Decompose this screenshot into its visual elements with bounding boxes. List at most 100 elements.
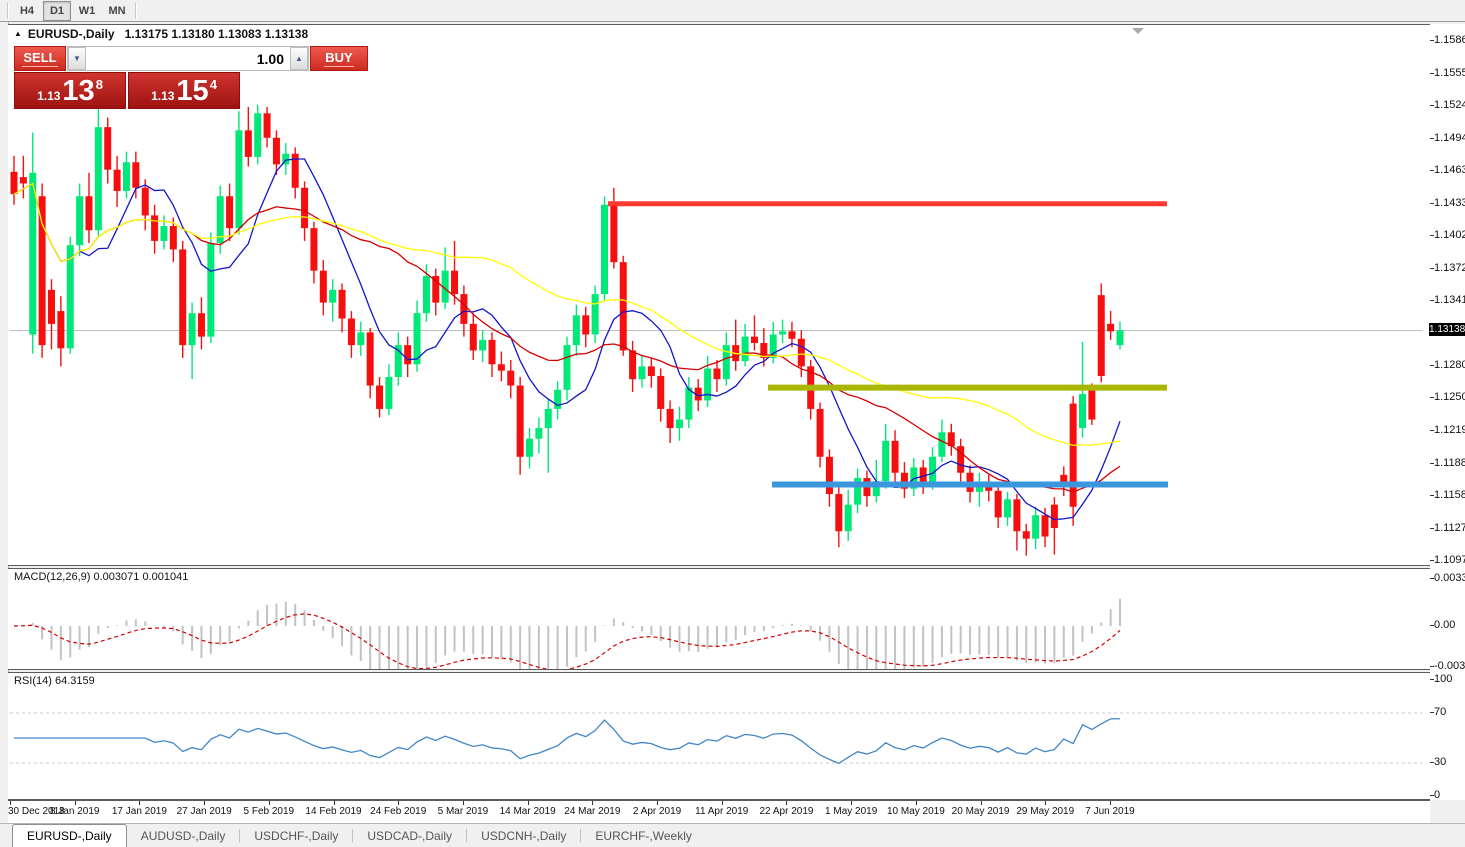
price-axis-label: 1.12195 [1434,424,1465,436]
date-axis-label: 27 Jan 2019 [177,806,232,817]
price-axis-label: 1.15860 [1434,34,1465,46]
date-axis-label: 1 May 2019 [825,806,877,817]
price-axis-label: 1.14635 [1434,164,1465,176]
chart-tab-eurchf-weekly[interactable]: EURCHF-,Weekly [581,824,705,847]
chart-tab-bar: EURUSD-,DailyAUDUSD-,DailyUSDCHF-,DailyU… [0,823,1465,847]
timeframe-toolbar: H4D1W1MN [0,0,1465,22]
date-tick-mark [916,801,917,805]
date-tick-mark [10,801,11,805]
chart-tab-audusd-daily[interactable]: AUDUSD-,Daily [127,824,240,847]
macd-axis-label: -0.003664 [1434,660,1465,672]
buy-price-big: 15 [176,77,208,106]
date-axis-label: 17 Jan 2019 [112,806,167,817]
timeframe-button-w1[interactable]: W1 [73,1,101,21]
toolbar-separator [135,3,137,19]
chart-tab-usdcad-daily[interactable]: USDCAD-,Daily [353,824,466,847]
macd-label: MACD(12,26,9) 0.003071 0.001041 [12,571,190,583]
macd-axis-label: 0.00 [1434,619,1455,631]
current-price-tag: 1.13138 [1429,323,1465,336]
symbol-period-label: EURUSD-,Daily [28,27,115,41]
sell-quote[interactable]: 1.13 13 8 [14,72,126,109]
date-axis-label: 24 Mar 2019 [564,806,620,817]
price-axis-label: 1.11580 [1434,489,1465,501]
price-axis-label: 1.12500 [1434,391,1465,403]
volume-spinner: ▼ ▲ [67,46,309,71]
date-tick-mark [139,801,140,805]
price-axis-label: 1.15550 [1434,67,1465,79]
date-tick-mark [1110,801,1111,805]
macd-canvas [8,569,1428,669]
sell-price-prefix: 1.13 [37,89,60,103]
timeframe-button-mn[interactable]: MN [103,1,131,21]
volume-up-icon[interactable]: ▲ [290,47,308,70]
date-tick-mark [1045,801,1046,805]
trading-terminal-window: H4D1W1MN ▲ EURUSD-,Daily 1.13175 1.13180 1… [0,0,1465,847]
rsi-axis-label: 0 [1434,789,1440,801]
sell-button[interactable]: SELL [14,46,66,71]
rsi-axis-label: 70 [1434,706,1446,718]
date-axis-label: 8 Jan 2019 [50,806,100,817]
toolbar-separator [7,3,9,19]
chart-tab-eurusd-daily[interactable]: EURUSD-,Daily [12,824,127,847]
sell-price-big: 13 [62,77,94,106]
date-axis-label: 11 Apr 2019 [695,806,748,817]
macd-indicator-panel[interactable]: MACD(12,26,9) 0.003071 0.001041 [8,568,1430,670]
date-axis-label: 14 Feb 2019 [305,806,361,817]
timeframe-button-d1[interactable]: D1 [43,1,71,21]
price-axis-label: 1.14940 [1434,132,1465,144]
date-axis-label: 22 Apr 2019 [760,806,814,817]
date-axis-label: 29 May 2019 [1016,806,1074,817]
price-axis-label: 1.15245 [1434,99,1465,111]
buy-button[interactable]: BUY [310,46,368,71]
buy-quote[interactable]: 1.13 15 4 [128,72,240,109]
date-tick-mark [463,801,464,805]
date-axis-label: 2 Apr 2019 [633,806,681,817]
macd-axis-label: 0.003392 [1434,572,1465,584]
chart-title: ▲ EURUSD-,Daily 1.13175 1.13180 1.13083 1.… [14,27,308,41]
date-tick-mark [398,801,399,805]
price-axis-label: 1.14025 [1434,229,1465,241]
date-axis-label: 5 Mar 2019 [438,806,489,817]
timeframe-button-h4[interactable]: H4 [13,1,41,21]
rsi-indicator-panel[interactable]: RSI(14) 64.3159 [8,672,1430,800]
price-axis-label: 1.13415 [1434,294,1465,306]
one-click-trading-panel: SELL ▼ ▲ BUY 1.13 13 8 1.13 15 4 [14,46,240,109]
price-axis-label: 1.12805 [1434,359,1465,371]
date-axis-label: 14 Mar 2019 [500,806,556,817]
date-tick-mark [334,801,335,805]
price-axis-label: 1.11275 [1434,522,1465,534]
price-axis-label: 1.13720 [1434,262,1465,274]
volume-input[interactable] [86,47,290,70]
date-tick-mark [657,801,658,805]
date-tick-mark [204,801,205,805]
sell-price-pip: 8 [96,77,103,92]
rsi-axis-label: 30 [1434,756,1446,768]
date-axis[interactable]: 30 Dec 20188 Jan 201917 Jan 201927 Jan 2… [8,800,1430,823]
ohlc-values: 1.13175 1.13180 1.13083 1.13138 [125,27,309,41]
buy-price-prefix: 1.13 [151,89,174,103]
chart-shift-marker-icon[interactable] [1132,28,1144,34]
date-axis-label: 24 Feb 2019 [370,806,426,817]
chart-tab-usdchf-daily[interactable]: USDCHF-,Daily [240,824,352,847]
date-tick-mark [851,801,852,805]
date-tick-mark [722,801,723,805]
rsi-label: RSI(14) 64.3159 [12,675,97,687]
date-tick-mark [528,801,529,805]
collapse-panel-icon[interactable]: ▲ [14,29,22,38]
value-axis[interactable]: 1.158601.155501.152451.149401.146351.143… [1430,24,1465,800]
date-axis-label: 10 May 2019 [887,806,945,817]
date-axis-label: 20 May 2019 [952,806,1010,817]
chart-tab-usdcnh-daily[interactable]: USDCNH-,Daily [467,824,580,847]
date-axis-label: 7 Jun 2019 [1085,806,1135,817]
date-axis-label: 5 Feb 2019 [244,806,295,817]
date-tick-mark [75,801,76,805]
buy-price-pip: 4 [210,77,217,92]
volume-dropdown-icon[interactable]: ▼ [68,47,86,70]
price-axis-label: 1.10970 [1434,554,1465,566]
rsi-canvas [8,673,1428,799]
macd-histogram [14,599,1120,669]
date-tick-mark [786,801,787,805]
price-axis-label: 1.11885 [1434,457,1465,469]
rsi-axis-label: 100 [1434,673,1452,685]
date-tick-mark [592,801,593,805]
